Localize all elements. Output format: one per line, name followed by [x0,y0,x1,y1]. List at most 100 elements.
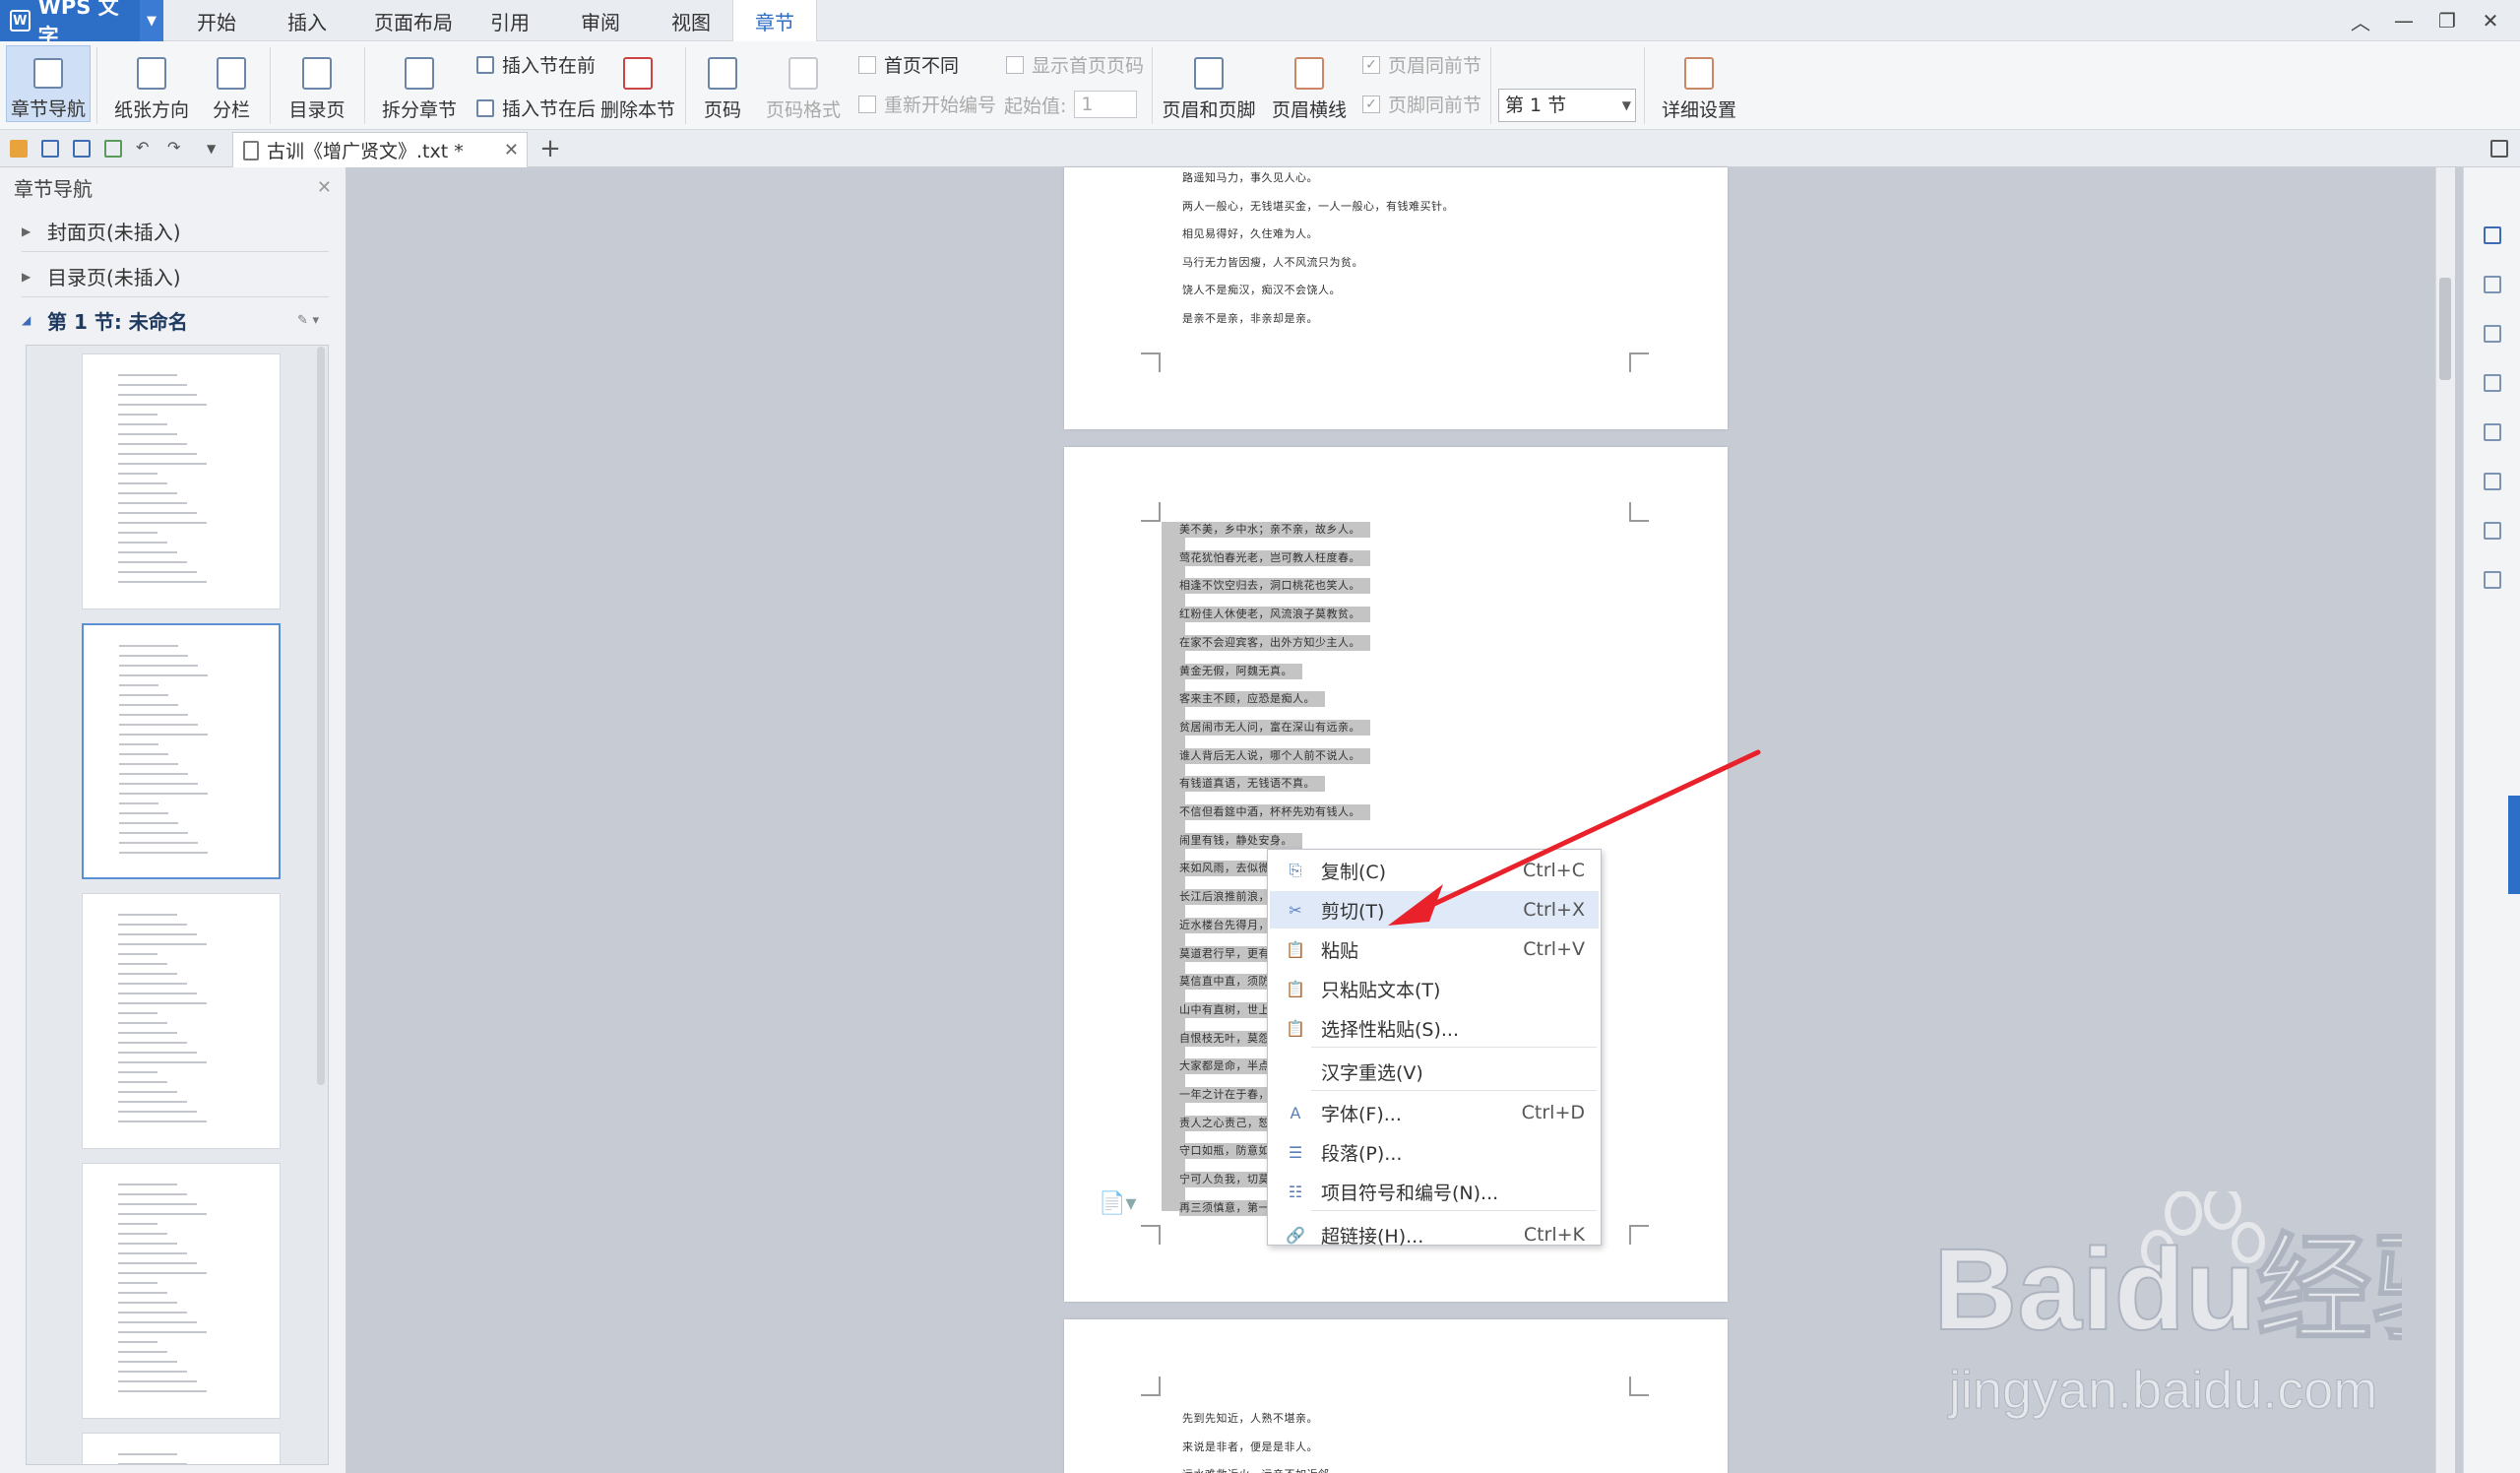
insert-after-icon [476,98,494,117]
expand-icon[interactable]: ▶ [22,224,35,238]
document-page[interactable] [1064,1319,1728,1473]
table-icon[interactable] [2484,423,2501,441]
start-value-input[interactable]: 1 [1074,91,1138,118]
redo-icon[interactable]: ↷ [167,138,185,157]
context-menu-item[interactable]: 汉字重选(V) [1270,1053,1599,1090]
copy-icon[interactable] [2484,374,2501,392]
collapse-icon[interactable]: ◢ [22,313,35,327]
tab-references[interactable]: 引用 [471,0,549,41]
columns-button[interactable]: 分栏 [201,45,262,122]
page-number-label: 页码 [703,99,741,121]
section-select[interactable]: 第 1 节 ▼ [1498,89,1636,122]
save-icon[interactable] [41,140,59,158]
paste-options-icon[interactable]: 📄▾ [1099,1191,1136,1216]
app-menu-button[interactable]: W WPS 文字 ▼ [0,0,163,48]
page-thumbnail[interactable] [82,623,281,879]
tab-home[interactable]: 开始 [177,0,256,41]
tab-view[interactable]: 视图 [652,0,730,41]
chevron-down-icon[interactable]: ▼ [139,0,163,41]
restart-numbering-checkbox[interactable]: 重新开始编号 [858,91,996,117]
undo-icon[interactable]: ↶ [136,138,154,157]
close-tab-icon[interactable]: ✕ [504,140,519,160]
context-menu-item[interactable]: ✂ 剪切(T) Ctrl+X [1270,891,1599,929]
context-menu-item[interactable]: ☰ 段落(P)... [1270,1133,1599,1171]
tab-review[interactable]: 审阅 [561,0,640,41]
expand-icon[interactable]: ▶ [22,270,35,284]
tab-section[interactable]: 章节 [732,0,817,41]
context-menu-item[interactable]: 🔗 超链接(H)... Ctrl+K [1270,1216,1599,1253]
nav-pane-title: 章节导航 [14,176,93,201]
context-menu-item[interactable]: 📋 只粘贴文本(T) [1270,970,1599,1007]
crop-mark [1141,1377,1161,1396]
thumbnail-text-line [118,933,197,935]
page-thumbnail[interactable] [82,1163,281,1419]
page-icon[interactable] [2484,473,2501,490]
tab-insert[interactable]: 插入 [268,0,346,41]
footer-same-prev-checkbox[interactable]: ✓ 页脚同前节 [1362,91,1481,117]
style-icon[interactable] [2484,276,2501,293]
page-thumbnail[interactable] [82,353,281,609]
header-footer-button[interactable]: 页眉和页脚 [1160,45,1258,122]
thumbnail-text-line [118,1262,197,1264]
page-thumbnail[interactable] [82,893,281,1149]
toc-page-button[interactable]: 目录页 [278,45,356,122]
minimize-ribbon-icon[interactable]: ︿ [2343,6,2378,35]
context-menu-item[interactable]: ☷ 项目符号和编号(N)... [1270,1173,1599,1210]
close-pane-icon[interactable]: ✕ [317,177,332,198]
page-thumbnail[interactable] [82,1433,281,1464]
paste-text-icon: 📋 [1286,979,1305,998]
thumbnail-text-line [118,433,177,435]
header-footer-label: 页眉和页脚 [1162,99,1256,121]
context-menu-item[interactable]: 📋 选择性粘贴(S)... [1270,1009,1599,1047]
new-tab-icon[interactable]: + [536,132,565,165]
thumbnail-text-line [118,571,197,573]
delete-section-button[interactable]: 删除本节 [598,45,677,122]
detail-settings-button[interactable]: 详细设置 [1652,45,1746,122]
open-icon[interactable] [10,140,28,158]
thumbnail-scrollbar[interactable] [317,347,325,1085]
header-line-button[interactable]: 页眉横线 [1264,45,1354,122]
rename-icon[interactable]: ✎ ▾ [297,313,319,328]
side-panel-toggle[interactable] [2508,796,2520,894]
header-same-prev-checkbox[interactable]: ✓ 页眉同前节 [1362,51,1481,78]
print-preview-icon[interactable] [104,140,122,158]
selected-text-line: 自恨枝无叶，莫怨 [1179,1030,1280,1047]
document-tab[interactable]: 古训《增广贤文》.txt * ✕ [232,132,528,167]
nav-item-cover[interactable]: ▶ 封面页(未插入) [22,211,329,252]
context-menu-item[interactable]: A 字体(F)... Ctrl+D [1270,1094,1599,1131]
split-section-button[interactable]: 拆分章节 [372,45,467,122]
restore-icon[interactable]: ❐ [2429,6,2465,35]
page-number-button[interactable]: 页码 [693,45,752,122]
selected-text-line: 莫信直中直，须防 [1179,974,1280,991]
header-same-prev-label: 页眉同前节 [1388,55,1482,77]
tab-page-layout[interactable]: 页面布局 [358,0,469,41]
doc-icon[interactable] [2484,226,2501,244]
nav-item-toc[interactable]: ▶ 目录页(未插入) [22,256,329,297]
insert-section-after-button[interactable]: 插入节在后 [476,95,596,121]
page-number-format-button[interactable]: 页码格式 [756,45,850,122]
form-icon[interactable] [2484,571,2501,589]
selected-text-line: 黄金无假，阿魏无真。 [1179,663,1302,679]
customize-dropdown-icon[interactable]: ▼ [207,142,224,160]
image-icon[interactable] [2484,522,2501,540]
context-menu: ⎘ 复制(C) Ctrl+C ✂ 剪切(T) Ctrl+X 📋 粘贴 Ctrl+V 📋 只粘贴文本(… [1267,849,1602,1248]
divider [364,47,365,124]
crop-mark [1141,502,1161,522]
scrollbar-thumb[interactable] [2439,278,2451,380]
thumbnail-text-line [118,1371,187,1373]
comment-icon[interactable] [2490,140,2508,158]
first-page-different-checkbox[interactable]: 首页不同 [858,51,959,78]
print-icon[interactable] [73,140,91,158]
select-icon[interactable] [2484,325,2501,343]
section-nav-button[interactable]: 章节导航 [6,45,91,122]
thumbnail-text-line [119,743,158,745]
context-menu-item[interactable]: ⎘ 复制(C) Ctrl+C [1270,852,1599,889]
insert-section-before-button[interactable]: 插入节在前 [476,51,596,78]
minimize-icon[interactable]: — [2386,6,2422,35]
text-line: 来说是非者，便是是非人。 [1182,1440,1318,1453]
show-first-page-number-checkbox[interactable]: 显示首页页码 [1006,51,1144,78]
context-menu-item[interactable]: 📋 粘贴 Ctrl+V [1270,930,1599,968]
paper-orientation-button[interactable]: 纸张方向 [106,45,197,122]
close-icon[interactable]: ✕ [2473,6,2508,35]
nav-item-section-1[interactable]: ◢ 第 1 节: 未命名 ✎ ▾ [22,299,329,341]
